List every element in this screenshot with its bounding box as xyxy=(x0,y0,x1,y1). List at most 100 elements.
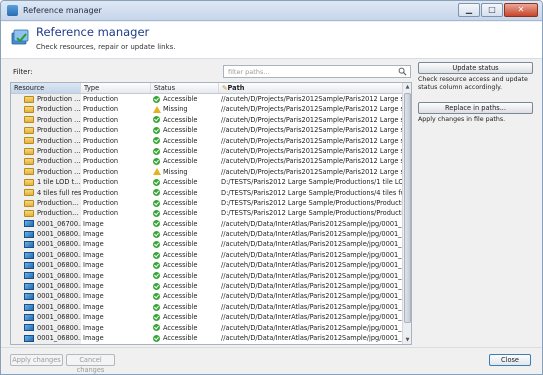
maximize-button[interactable]: □ xyxy=(481,3,503,17)
table-row[interactable]: 0001_06800...ImageAccessible//acuteh/D/D… xyxy=(11,281,411,292)
table-row[interactable]: 0001_06800...ImageAccessible//acuteh/D/D… xyxy=(11,229,411,240)
image-icon xyxy=(24,261,34,269)
path-cell[interactable]: //acuteh/D/Data/InterAtlas/Paris2012Samp… xyxy=(219,260,403,270)
table-row[interactable]: 0001_06800...ImageAccessible//acuteh/D/D… xyxy=(11,322,411,333)
path-cell[interactable]: //acuteh/D/Data/InterAtlas/Paris2012Samp… xyxy=(219,323,403,333)
status-cell: Accessible xyxy=(151,271,219,281)
table-row[interactable]: 0001_06800...ImageAccessible//acuteh/D/D… xyxy=(11,270,411,282)
vertical-scrollbar[interactable]: ▲ ▼ xyxy=(402,83,411,344)
path-cell[interactable]: //acuteh/D/Projects/Paris2012Sample/Pari… xyxy=(219,146,403,156)
resource-cell[interactable]: Production ... xyxy=(11,94,81,105)
status-cell: Accessible xyxy=(151,343,219,344)
path-cell[interactable]: //acuteh/D/Data/InterAtlas/Paris2012Samp… xyxy=(219,281,403,291)
path-cell[interactable]: //acuteh/D/Projects/Paris2012Sample/Pari… xyxy=(219,156,403,166)
resource-cell[interactable]: Production ... xyxy=(11,104,81,115)
resource-cell[interactable]: 0001_06800... xyxy=(11,312,81,323)
table-row[interactable]: 1 tile LOD t... Production Accessible D:/TE… xyxy=(11,177,411,188)
table-row[interactable]: Production ... Production Accessible//acut… xyxy=(11,145,411,157)
table-row[interactable]: 0001_06800...ImageAccessible//acuteh/D/D… xyxy=(11,291,411,302)
path-cell[interactable]: //acuteh/D/Projects/Paris2012Sample/Pari… xyxy=(219,136,403,146)
filter-input[interactable]: filter paths... xyxy=(223,65,411,78)
table-row[interactable]: Production ... Production Accessible//acut… xyxy=(11,135,411,146)
table-row[interactable]: 0001_06700... Image Accessible//acuteh/D/D… xyxy=(11,218,411,230)
resource-cell[interactable]: Production ... xyxy=(11,166,81,178)
table-row[interactable]: 0001_06800...ImageAccessible//acuteh/D/D… xyxy=(11,239,411,250)
path-cell[interactable]: //acuteh/D/Projects/Paris2012Sample/Pari… xyxy=(219,115,403,125)
table-row[interactable]: 0001_06800...ImageAccessible//acuteh/D/D… xyxy=(11,260,411,271)
path-cell[interactable]: //acuteh/D/Data/InterAtlas/Paris2012Samp… xyxy=(219,229,403,239)
resource-cell[interactable]: Production... xyxy=(11,197,81,209)
resource-cell[interactable]: 0001_06800... xyxy=(11,301,81,313)
column-header-resource[interactable]: Resource xyxy=(11,83,81,93)
path-cell[interactable]: D:/TESTS/Paris2012 Large Sample/Producti… xyxy=(219,198,403,208)
resource-cell[interactable]: 0001_06700... xyxy=(11,218,81,230)
resource-cell[interactable]: Production ... xyxy=(11,125,81,136)
resource-cell[interactable]: Production ... xyxy=(11,114,81,126)
path-cell[interactable]: //acuteh/D/Data/InterAtlas/Paris2012Samp… xyxy=(219,219,403,229)
resource-cell[interactable]: 0001_06800... xyxy=(11,229,81,240)
resource-cell[interactable]: 0001_06800... xyxy=(11,343,81,344)
table-row[interactable]: Production ... Production Missing//acuteh/… xyxy=(11,104,411,115)
path-cell[interactable]: //acuteh/D/Data/InterAtlas/Paris2012Samp… xyxy=(219,271,403,281)
scrollbar-thumb[interactable] xyxy=(404,93,411,323)
path-cell[interactable]: //acuteh/D/Data/InterAtlas/Paris2012Samp… xyxy=(219,291,403,301)
table-row[interactable]: 0001_06800...ImageAccessible//acuteh/D/D… xyxy=(11,301,411,313)
path-cell[interactable]: D:/TESTS/Paris2012 Large Sample/Producti… xyxy=(219,177,403,187)
table-row[interactable]: Production ... Production Accessible//acut… xyxy=(11,125,411,136)
table-row[interactable]: Production ... Production Accessible//acut… xyxy=(11,114,411,126)
table-row[interactable]: 0001_06800...ImageAccessible//acuteh/D/D… xyxy=(11,332,411,344)
path-cell[interactable]: //acuteh/D/Projects/Paris2012Sample/Pari… xyxy=(219,94,403,104)
update-status-button[interactable]: Update status xyxy=(418,62,533,74)
path-cell[interactable]: D:/TESTS/Paris2012 Large Sample/Producti… xyxy=(219,208,403,218)
resource-cell[interactable]: 0001_06800... xyxy=(11,249,81,261)
resource-cell[interactable]: 0001_06800... xyxy=(11,270,81,282)
resource-cell[interactable]: 1 tile LOD t... xyxy=(11,177,81,188)
replace-in-paths-button[interactable]: Replace in paths... xyxy=(418,102,533,114)
path-cell[interactable]: //acuteh/D/Data/InterAtlas/Paris2012Samp… xyxy=(219,302,403,312)
table-row[interactable]: 0001_06800...ImageAccessible//acuteh/D/D… xyxy=(11,312,411,323)
resource-cell[interactable]: Production ... xyxy=(11,135,81,146)
table-row[interactable]: 4 tiles full res Production Accessible D:/T… xyxy=(11,187,411,198)
resource-cell[interactable]: 0001_06800... xyxy=(11,260,81,271)
path-cell[interactable]: //acuteh/D/Data/InterAtlas/Paris2012Samp… xyxy=(219,239,403,249)
table-row[interactable]: Production ... Production Missing//acuteh/… xyxy=(11,166,411,178)
resource-cell[interactable]: Production ... xyxy=(11,156,81,167)
resource-cell[interactable]: Production... xyxy=(11,208,81,219)
scroll-down-icon[interactable]: ▼ xyxy=(404,336,411,344)
resource-cell[interactable]: 0001_06800... xyxy=(11,291,81,302)
path-cell[interactable]: //acuteh/D/Projects/Paris2012Sample/Pari… xyxy=(219,104,403,114)
column-header-status[interactable]: Status xyxy=(151,83,219,93)
table-row[interactable]: Production... Production Accessible D:/TEST… xyxy=(11,208,411,219)
path-cell[interactable]: //acuteh/D/Data/InterAtlas/Paris2012Samp… xyxy=(219,312,403,322)
scroll-up-icon[interactable]: ▲ xyxy=(404,83,411,91)
table-row[interactable]: 0001_06800...ImageAccessible//acuteh/D/D… xyxy=(11,343,411,344)
path-cell[interactable]: //acuteh/D/Data/InterAtlas/Paris2012Samp… xyxy=(219,343,403,344)
cancel-changes-button[interactable]: Cancel changes xyxy=(66,354,115,374)
table-row[interactable]: Production ... Production Accessible//acut… xyxy=(11,94,411,105)
apply-changes-button[interactable]: Apply changes xyxy=(10,354,63,366)
type-cell: Image xyxy=(83,302,104,311)
search-icon[interactable] xyxy=(398,67,407,76)
column-header-type[interactable]: Type xyxy=(81,83,151,93)
folder-icon xyxy=(24,189,34,197)
resources-table[interactable]: Resource Type Status ✎Path Production ..… xyxy=(10,82,412,345)
resource-cell[interactable]: 0001_06800... xyxy=(11,281,81,292)
resource-cell[interactable]: 4 tiles full res xyxy=(11,187,81,198)
resource-cell[interactable]: Production ... xyxy=(11,145,81,157)
column-header-path[interactable]: ✎Path xyxy=(219,83,403,93)
path-cell[interactable]: //acuteh/D/Projects/Paris2012Sample/Pari… xyxy=(219,125,403,135)
title-bar[interactable]: Reference manager ▁ □ ✕ xyxy=(1,1,542,21)
path-cell[interactable]: //acuteh/D/Data/InterAtlas/Paris2012Samp… xyxy=(219,333,403,343)
path-cell[interactable]: D:/TESTS/Paris2012 Large Sample/Producti… xyxy=(219,188,403,198)
path-cell[interactable]: //acuteh/D/Data/InterAtlas/Paris2012Samp… xyxy=(219,250,403,260)
close-window-button[interactable]: ✕ xyxy=(504,3,538,17)
resource-cell[interactable]: 0001_06800... xyxy=(11,239,81,250)
resource-cell[interactable]: 0001_06800... xyxy=(11,322,81,333)
table-row[interactable]: Production... Production Accessible D:/TEST… xyxy=(11,197,411,209)
path-cell[interactable]: //acuteh/D/Projects/Paris2012Sample/Pari… xyxy=(219,167,403,177)
table-row[interactable]: Production ... Production Accessible//acut… xyxy=(11,156,411,167)
minimize-button[interactable]: ▁ xyxy=(458,3,480,17)
close-button[interactable]: Close xyxy=(489,354,531,366)
table-row[interactable]: 0001_06800...ImageAccessible//acuteh/D/D… xyxy=(11,249,411,261)
resource-cell[interactable]: 0001_06800... xyxy=(11,332,81,344)
